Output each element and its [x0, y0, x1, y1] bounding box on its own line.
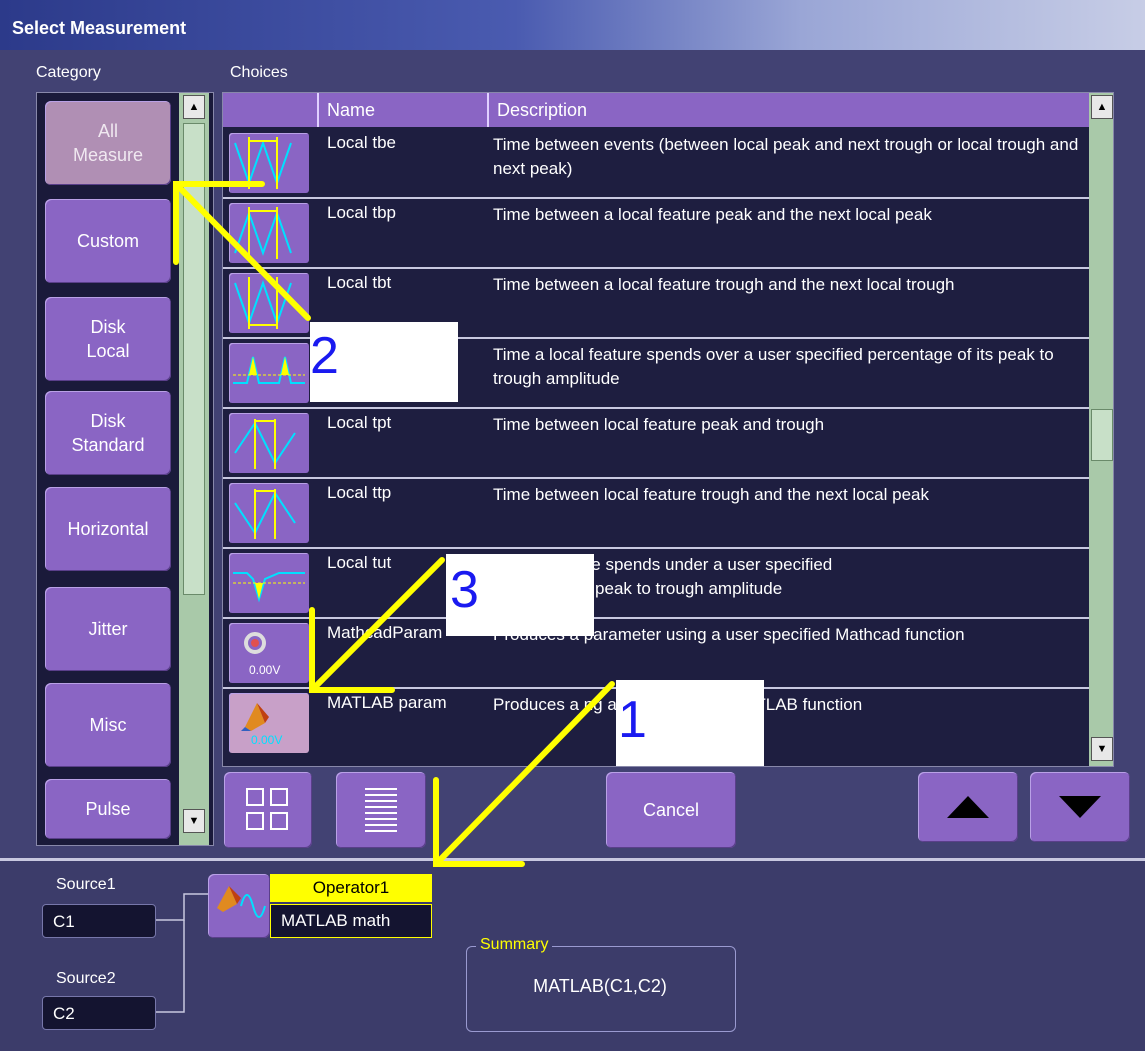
description-column-header[interactable]: Description	[489, 93, 1089, 127]
row-description: Time between a local feature peak and th…	[493, 205, 932, 224]
row-description: Time a local feature spends over a user …	[493, 345, 1054, 388]
category-misc[interactable]: Misc	[45, 683, 171, 767]
operator-field[interactable]: MATLAB math	[270, 904, 432, 938]
tbp-icon	[229, 203, 309, 263]
row-name: Local ttp	[327, 483, 392, 502]
source2-label: Source2	[56, 970, 116, 987]
tbe-icon	[229, 133, 309, 193]
row-name: Local tut	[327, 553, 392, 572]
scroll-down-arrow-icon[interactable]: ▼	[183, 809, 205, 833]
matlab-icon-label: 0.00V	[251, 733, 283, 747]
table-row[interactable]: Local tut cal feature spends under a use…	[223, 549, 1089, 619]
cancel-button[interactable]: Cancel	[606, 772, 736, 848]
source1-label: Source1	[56, 876, 116, 893]
tbt-icon	[229, 273, 309, 333]
title-bar: Select Measurement	[0, 0, 1145, 50]
choices-table: Name Description Local tbe Time between …	[222, 92, 1114, 767]
tut-icon	[229, 553, 309, 613]
operator-math-button[interactable]	[208, 874, 270, 938]
row-description: Produces a ng a user specified MATLAB fu…	[493, 695, 863, 714]
row-name: Local tpt	[327, 413, 392, 432]
row-name: Local tbp	[327, 203, 396, 222]
choices-label: Choices	[230, 64, 288, 81]
table-row[interactable]: Local ttp Time between local feature tro…	[223, 479, 1089, 549]
window-title: Select Measurement	[12, 18, 187, 38]
row-description: Time between local feature trough and th…	[493, 485, 929, 504]
matlab-math-icon	[217, 886, 266, 918]
category-jitter[interactable]: Jitter	[45, 587, 171, 671]
category-all-measure[interactable]: All Measure	[45, 101, 171, 185]
grid-view-icon	[246, 788, 288, 830]
list-view-icon	[365, 788, 397, 832]
annotation-number-3: 3	[450, 561, 479, 619]
tpt-icon	[229, 413, 309, 473]
scroll-up-arrow-icon[interactable]: ▲	[183, 95, 205, 119]
table-row[interactable]: Local tpt Time between local feature pea…	[223, 409, 1089, 479]
summary-value: MATLAB(C1,C2)	[533, 976, 667, 996]
row-name: Local tbe	[327, 133, 396, 152]
mathcad-icon-label: 0.00V	[249, 663, 281, 677]
ttp-icon	[229, 483, 309, 543]
row-name: MathcadParam	[327, 623, 443, 642]
row-name: MATLAB param	[327, 693, 447, 712]
row-description: Time between events (between local peak …	[493, 135, 1079, 178]
annotation-number-2: 2	[310, 327, 339, 385]
category-list: All Measure Custom Disk Local Disk Stand…	[36, 92, 214, 846]
category-scroll-thumb[interactable]	[183, 123, 205, 595]
summary-label: Summary	[476, 936, 553, 954]
row-description: Time between a local feature trough and …	[493, 275, 955, 294]
grid-view-button[interactable]	[224, 772, 312, 848]
down-arrow-icon	[1059, 796, 1101, 818]
table-header: Name Description	[223, 93, 1089, 127]
icon-column-header	[223, 93, 319, 127]
category-disk-standard[interactable]: Disk Standard	[45, 391, 171, 475]
category-horizontal[interactable]: Horizontal	[45, 487, 171, 571]
category-disk-local[interactable]: Disk Local	[45, 297, 171, 381]
scroll-up-button[interactable]	[918, 772, 1018, 842]
choices-scroll-thumb[interactable]	[1091, 409, 1113, 461]
mathcad-icon: 0.00V	[229, 623, 309, 683]
source-connector-lines	[156, 893, 210, 1013]
table-row[interactable]: 0.00V MathcadParam Produces a parameter …	[223, 619, 1089, 689]
name-column-header[interactable]: Name	[319, 93, 489, 127]
table-row[interactable]: Local tbe Time between events (between l…	[223, 129, 1089, 199]
operator-label: Operator1	[270, 874, 432, 902]
source2-field[interactable]: C2	[42, 996, 156, 1030]
category-pulse[interactable]: Pulse	[45, 779, 171, 839]
category-label: Category	[36, 64, 101, 81]
row-description: Time between local feature peak and trou…	[493, 415, 825, 434]
annotation-number-1: 1	[618, 691, 647, 749]
source1-field[interactable]: C1	[42, 904, 156, 938]
row-name: Local tbt	[327, 273, 392, 292]
up-arrow-icon	[947, 796, 989, 818]
scroll-up-arrow-icon[interactable]: ▲	[1091, 95, 1113, 119]
tot-icon	[229, 343, 309, 403]
table-row[interactable]: Local tbp Time between a local feature p…	[223, 199, 1089, 269]
matlab-icon: 0.00V	[229, 693, 309, 753]
scroll-down-button[interactable]	[1030, 772, 1130, 842]
scroll-down-arrow-icon[interactable]: ▼	[1091, 737, 1113, 761]
list-view-button[interactable]	[336, 772, 426, 848]
category-custom[interactable]: Custom	[45, 199, 171, 283]
